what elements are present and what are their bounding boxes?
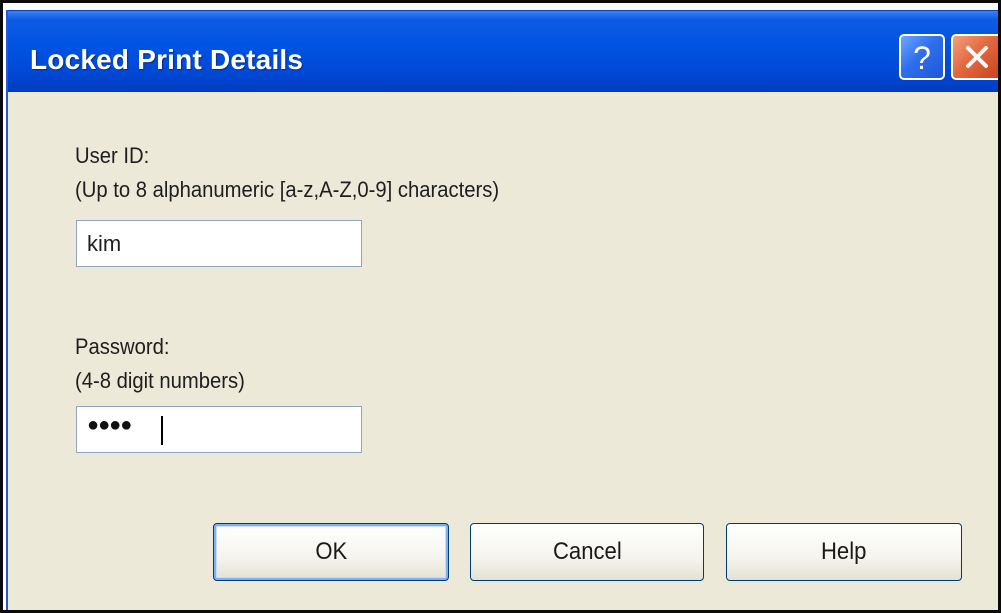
ok-button-label: OK	[315, 538, 347, 565]
password-hint: (4-8 digit numbers)	[75, 368, 245, 393]
dialog-title: Locked Print Details	[30, 44, 304, 75]
titlebar-help-button[interactable]: ?	[899, 34, 945, 80]
ok-button[interactable]: OK	[213, 523, 449, 581]
password-label: Password:	[75, 334, 170, 359]
password-masked-value: ●●●●	[87, 414, 132, 436]
cancel-button-label: Cancel	[552, 538, 622, 565]
svg-text:?: ?	[913, 40, 931, 75]
password-input[interactable]: ●●●●	[76, 406, 362, 453]
help-button[interactable]: Help	[726, 523, 962, 581]
help-button-label: Help	[821, 538, 867, 565]
title-bar: Locked Print Details ?	[8, 10, 998, 92]
screenshot-frame: Locked Print Details ? User ID: (Up to 8…	[0, 0, 1001, 613]
user-id-hint: (Up to 8 alphanumeric [a-z,A-Z,0-9] char…	[75, 177, 500, 202]
user-id-input[interactable]	[76, 220, 362, 267]
dialog-window: Locked Print Details ? User ID: (Up to 8…	[6, 10, 998, 610]
question-mark-icon: ?	[913, 40, 931, 75]
text-caret	[161, 416, 163, 445]
close-icon	[966, 46, 988, 68]
cancel-button[interactable]: Cancel	[470, 523, 704, 581]
user-id-label: User ID:	[75, 143, 150, 168]
titlebar-close-button[interactable]	[951, 34, 998, 80]
